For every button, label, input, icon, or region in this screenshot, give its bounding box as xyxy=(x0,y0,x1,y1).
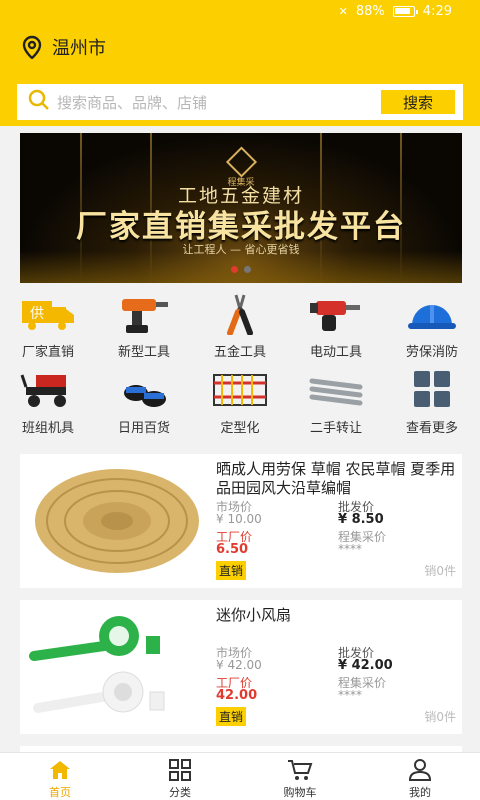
category-label: 二手转让 xyxy=(309,421,362,436)
search-bar[interactable]: 搜索商品、品牌、店铺 搜索 xyxy=(17,84,463,120)
product-card[interactable]: 晒成人用劳保 草帽 农民草帽 夏季用品田园风大沿草编帽 市场价 ¥ 10.00 … xyxy=(20,454,462,588)
banner-slogan: 让工程人 — 省心更省钱 xyxy=(182,243,300,256)
search-input[interactable]: 搜索商品、品牌、店铺 xyxy=(57,92,381,113)
tab-home[interactable]: 首页 xyxy=(0,753,120,800)
drill-icon xyxy=(116,293,172,335)
sold-count: 销0件 xyxy=(424,710,456,724)
factory-direct-icon: 供 xyxy=(20,293,76,335)
promo-banner[interactable]: 程集采 工地五金建材 厂家直销集采批发平台 让工程人 — 省心更省钱 xyxy=(20,133,462,283)
tab-profile[interactable]: 我的 xyxy=(360,753,480,800)
category-label: 定型化 xyxy=(220,421,260,436)
bottom-tab-bar: 首页 分类 购物车 我的 xyxy=(0,752,480,800)
direct-sale-tag: 直销 xyxy=(216,707,247,726)
clock: 4:29 xyxy=(422,4,452,19)
category-new-tools[interactable]: 新型工具 xyxy=(96,293,192,363)
category-standardized[interactable]: 定型化 xyxy=(192,369,288,439)
slippers-icon xyxy=(116,369,172,411)
market-price: ¥ 10.00 xyxy=(216,512,262,526)
banner-pager xyxy=(20,266,462,273)
category-icon xyxy=(120,759,240,781)
category-see-more[interactable]: 查看更多 xyxy=(384,369,480,439)
mute-icon: ✕ xyxy=(338,5,348,18)
location-selector[interactable]: 温州市 xyxy=(20,34,106,60)
svg-text:供: 供 xyxy=(30,306,44,322)
pliers-icon xyxy=(212,293,268,335)
product-card[interactable]: 迷你小风扇 市场价 ¥ 42.00 工厂价 42.00 批发价 ¥ 42.00 … xyxy=(20,600,462,734)
category-label: 日用百货 xyxy=(117,421,170,436)
search-button[interactable]: 搜索 xyxy=(381,90,455,114)
direct-sale-tag: 直销 xyxy=(216,561,247,580)
pager-dot[interactable] xyxy=(244,266,251,273)
status-bar: ✕ 88% 4:29 xyxy=(0,0,480,24)
category-label: 厂家直销 xyxy=(21,345,74,360)
sold-count: 销0件 xyxy=(424,564,456,578)
group-price: **** xyxy=(338,688,362,702)
wholesale-price: ¥ 8.50 xyxy=(338,512,384,527)
category-label: 电动工具 xyxy=(309,345,362,360)
product-title: 迷你小风扇 xyxy=(216,606,292,624)
pipes-icon xyxy=(308,369,364,411)
tab-label: 我的 xyxy=(409,786,431,799)
category-safety-fire[interactable]: 劳保消防 xyxy=(384,293,480,363)
cart-machine-icon xyxy=(20,369,76,411)
city-name: 温州市 xyxy=(52,38,106,59)
search-icon xyxy=(27,88,51,116)
cart-icon xyxy=(240,759,360,781)
category-label: 班组机具 xyxy=(21,421,74,436)
fence-icon xyxy=(212,369,268,411)
battery-percent: 88% xyxy=(355,4,385,19)
banner-title: 厂家直销集采批发平台 xyxy=(76,209,406,245)
product-image-mini-fan xyxy=(24,610,210,724)
tab-label: 购物车 xyxy=(283,786,317,799)
tab-cart[interactable]: 购物车 xyxy=(240,753,360,800)
battery-icon xyxy=(392,6,418,17)
tab-label: 分类 xyxy=(169,786,191,799)
factory-price: 42.00 xyxy=(216,688,258,703)
product-title: 晒成人用劳保 草帽 农民草帽 夏季用品田园风大沿草编帽 xyxy=(216,460,456,497)
location-pin-icon xyxy=(20,35,44,59)
category-daily-goods[interactable]: 日用百货 xyxy=(96,369,192,439)
market-price: ¥ 42.00 xyxy=(216,658,262,672)
tab-categories[interactable]: 分类 xyxy=(120,753,240,800)
category-team-machinery[interactable]: 班组机具 xyxy=(0,369,96,439)
category-label: 新型工具 xyxy=(117,345,170,360)
wholesale-price: ¥ 42.00 xyxy=(338,658,393,673)
pager-dot[interactable] xyxy=(231,266,238,273)
category-hardware-tools[interactable]: 五金工具 xyxy=(192,293,288,363)
group-price: **** xyxy=(338,542,362,556)
category-label: 劳保消防 xyxy=(405,345,458,360)
category-power-tools[interactable]: 电动工具 xyxy=(288,293,384,363)
home-icon xyxy=(0,759,120,781)
hard-hat-icon xyxy=(404,293,460,335)
category-label: 五金工具 xyxy=(213,345,266,360)
category-factory-direct[interactable]: 供 厂家直销 xyxy=(0,293,96,363)
user-icon xyxy=(360,759,480,781)
category-label: 查看更多 xyxy=(405,421,458,436)
category-second-hand[interactable]: 二手转让 xyxy=(288,369,384,439)
factory-price: 6.50 xyxy=(216,542,249,557)
hammer-drill-icon xyxy=(308,293,364,335)
grid-more-icon xyxy=(404,369,460,411)
tab-label: 首页 xyxy=(49,786,71,799)
product-image-straw-hat xyxy=(24,464,210,578)
